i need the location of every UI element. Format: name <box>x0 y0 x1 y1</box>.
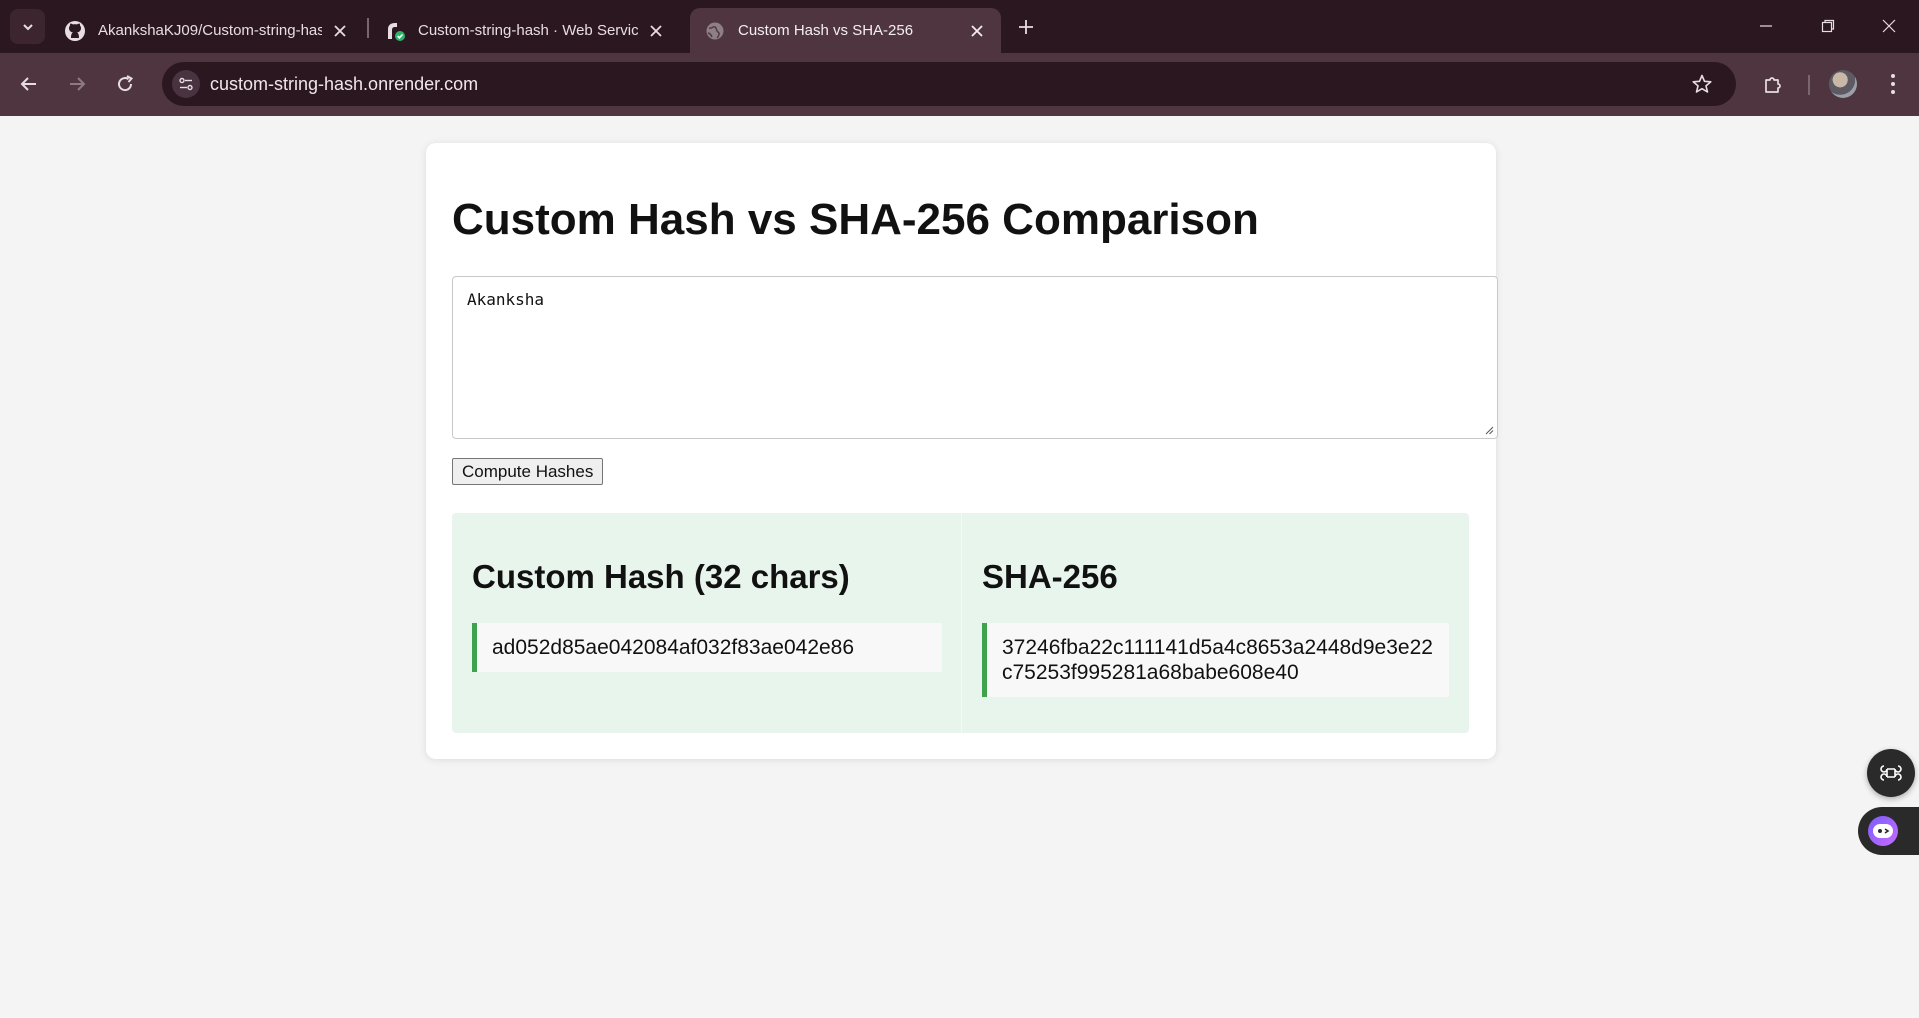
tab-render-service[interactable]: Custom-string-hash · Web Service <box>370 8 680 53</box>
minimize-icon <box>1760 25 1772 27</box>
close-window-button[interactable] <box>1866 8 1912 44</box>
restore-button[interactable] <box>1805 8 1851 44</box>
globe-icon <box>704 20 726 42</box>
tab-title: AkankshaKJ09/Custom-string-hash <box>98 22 322 39</box>
browser-toolbar: custom-string-hash.onrender.com <box>0 53 1919 116</box>
compute-hashes-button[interactable]: Compute Hashes <box>452 458 604 485</box>
sha256-value: 37246fba22c111141d5a4c8653a2448d9e3e22c7… <box>982 623 1449 697</box>
forward-button[interactable] <box>60 67 94 101</box>
close-icon[interactable] <box>967 21 987 41</box>
github-icon <box>64 20 86 42</box>
browser-tab-bar: AkankshaKJ09/Custom-string-hash Custom-s… <box>0 0 1919 53</box>
arrow-right-icon <box>70 77 86 91</box>
restore-icon <box>1821 19 1835 33</box>
puzzle-icon <box>1765 77 1781 93</box>
text-input[interactable]: Akanksha <box>452 276 1498 439</box>
extensions-button[interactable] <box>1756 67 1790 101</box>
close-icon <box>1882 19 1896 33</box>
custom-hash-result: Custom Hash (32 chars) ad052d85ae042084a… <box>452 513 962 733</box>
toolbar-divider <box>1808 75 1810 95</box>
arrow-left-icon <box>20 77 36 91</box>
more-vertical-icon <box>1891 74 1895 94</box>
chevron-down-icon <box>22 23 33 30</box>
site-settings-icon[interactable] <box>172 70 200 98</box>
main-card: Custom Hash vs SHA-256 Comparison Akanks… <box>426 143 1498 759</box>
close-icon[interactable] <box>646 21 666 41</box>
sha256-result: SHA-256 37246fba22c111141d5a4c8653a2448d… <box>962 513 1469 733</box>
tab-hash-comparison[interactable]: Custom Hash vs SHA-256 <box>690 8 1001 53</box>
tab-github[interactable]: AkankshaKJ09/Custom-string-hash <box>50 8 364 53</box>
back-button[interactable] <box>12 67 46 101</box>
sha256-heading: SHA-256 <box>982 558 1118 595</box>
page-title: Custom Hash vs SHA-256 Comparison <box>452 195 1259 244</box>
render-icon <box>384 20 406 42</box>
bookmark-star-icon[interactable] <box>1690 72 1714 96</box>
results-panel: Custom Hash (32 chars) ad052d85ae042084a… <box>452 513 1469 733</box>
custom-hash-heading: Custom Hash (32 chars) <box>472 558 850 595</box>
url-text[interactable]: custom-string-hash.onrender.com <box>210 74 478 95</box>
address-bar[interactable]: custom-string-hash.onrender.com <box>162 62 1736 106</box>
new-tab-button[interactable] <box>1011 12 1041 42</box>
tab-search-button[interactable] <box>10 9 45 44</box>
tab-title: Custom-string-hash · Web Service <box>418 22 638 39</box>
assistant-widget-button[interactable] <box>1858 807 1919 855</box>
command-key-icon <box>1880 765 1902 781</box>
close-icon[interactable] <box>330 21 350 41</box>
resize-handle-icon[interactable] <box>1484 425 1494 435</box>
plus-icon <box>1019 20 1033 34</box>
command-launcher-button[interactable] <box>1867 749 1915 797</box>
tab-divider <box>367 18 369 38</box>
assistant-face-icon <box>1868 816 1898 846</box>
tab-title: Custom Hash vs SHA-256 <box>738 22 914 39</box>
custom-hash-value: ad052d85ae042084af032f83ae042e86 <box>472 623 942 672</box>
minimize-button[interactable] <box>1743 8 1789 44</box>
profile-avatar[interactable] <box>1829 70 1857 98</box>
reload-icon <box>118 75 134 92</box>
reload-button[interactable] <box>108 67 142 101</box>
browser-menu-button[interactable] <box>1878 67 1908 101</box>
